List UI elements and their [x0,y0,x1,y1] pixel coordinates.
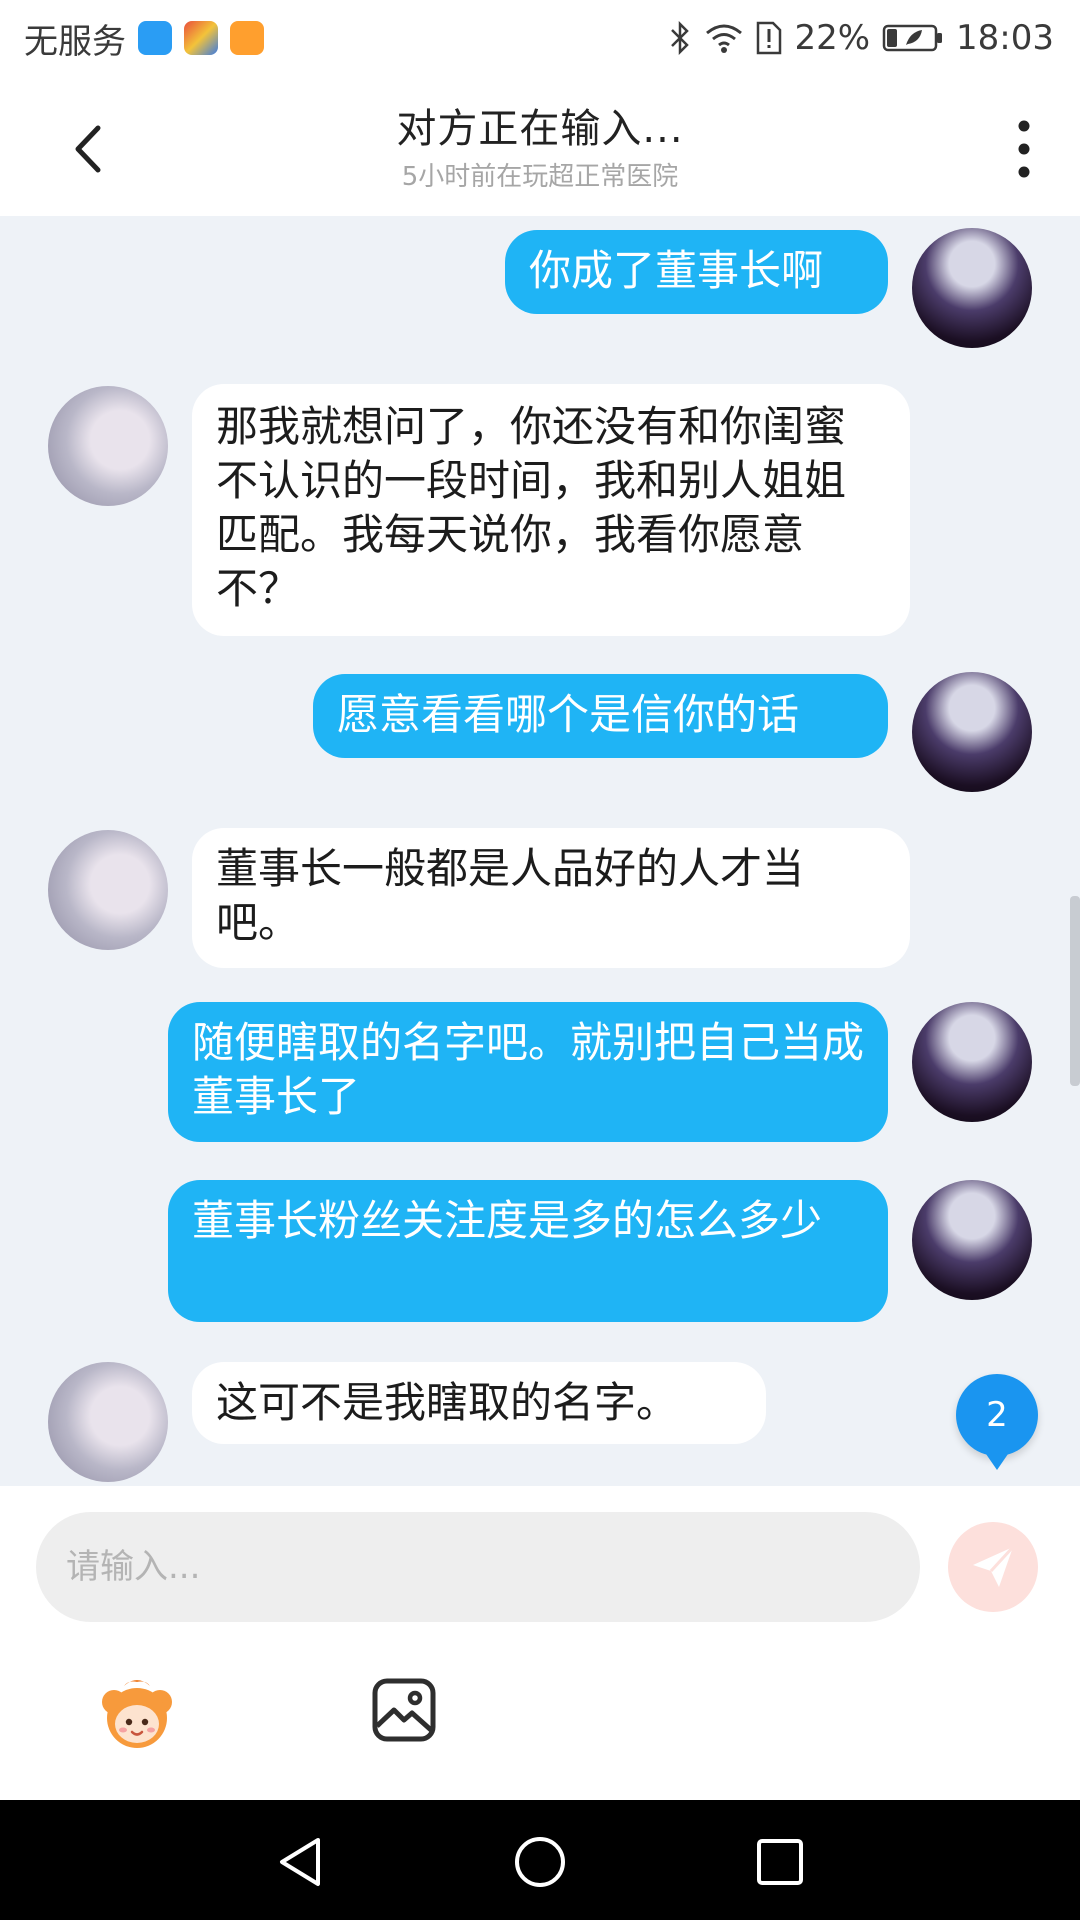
nav-recents-button[interactable] [752,1834,808,1890]
nav-home-button[interactable] [512,1834,568,1890]
status-right: 22% 18:03 [668,18,1054,58]
message-input[interactable] [36,1512,920,1622]
chat-subtitle: 5小时前在玩超正常医院 [401,162,679,192]
clock: 18:03 [956,18,1054,58]
chat-title: 对方正在输入... [396,106,684,152]
more-options-button[interactable] [990,114,1050,184]
chat-header: 对方正在输入... 5小时前在玩超正常医院 [0,76,1080,216]
message-bubble-other[interactable]: 这可不是我瞎取的名字。 [192,1362,766,1444]
bluetooth-icon [671,21,690,55]
status-bar: 无服务 22% 18:03 [0,0,1080,76]
wifi-icon [706,24,743,53]
unread-count-badge[interactable]: 2 [956,1374,1038,1470]
nav-back-button[interactable] [272,1834,328,1890]
system-nav-bar [0,1800,1080,1920]
game-notification-icon [184,21,218,55]
battery-percent: 22% [794,18,871,58]
app-notification-icon [138,21,172,55]
send-icon [973,1545,1015,1587]
video-notification-icon [230,21,264,55]
battery-icon [882,24,943,52]
image-icon [372,1678,436,1742]
emoji-button[interactable] [94,1672,180,1758]
contact-avatar[interactable] [48,1362,168,1482]
carrier-text: 无服务 [24,21,126,62]
status-left: 无服务 [24,14,264,63]
square-recents-icon [757,1839,803,1885]
message-item: 这可不是我瞎取的名字。 [0,216,1080,1486]
send-button[interactable] [948,1522,1038,1612]
more-vertical-icon [1018,120,1030,178]
emoji-icon [102,1680,172,1748]
scrollbar-thumb[interactable] [1070,896,1080,1086]
image-picker-button[interactable] [370,1676,438,1744]
triangle-back-icon [280,1838,320,1886]
chat-message-list[interactable]: 你成了董事长啊 那我就想问了，你还没有和你闺蜜不认识的一段时间，我和别人姐姐匹配… [0,216,1080,1486]
message-composer [0,1486,1080,1800]
circle-home-icon [515,1837,565,1887]
sim-alert-icon [757,21,782,55]
